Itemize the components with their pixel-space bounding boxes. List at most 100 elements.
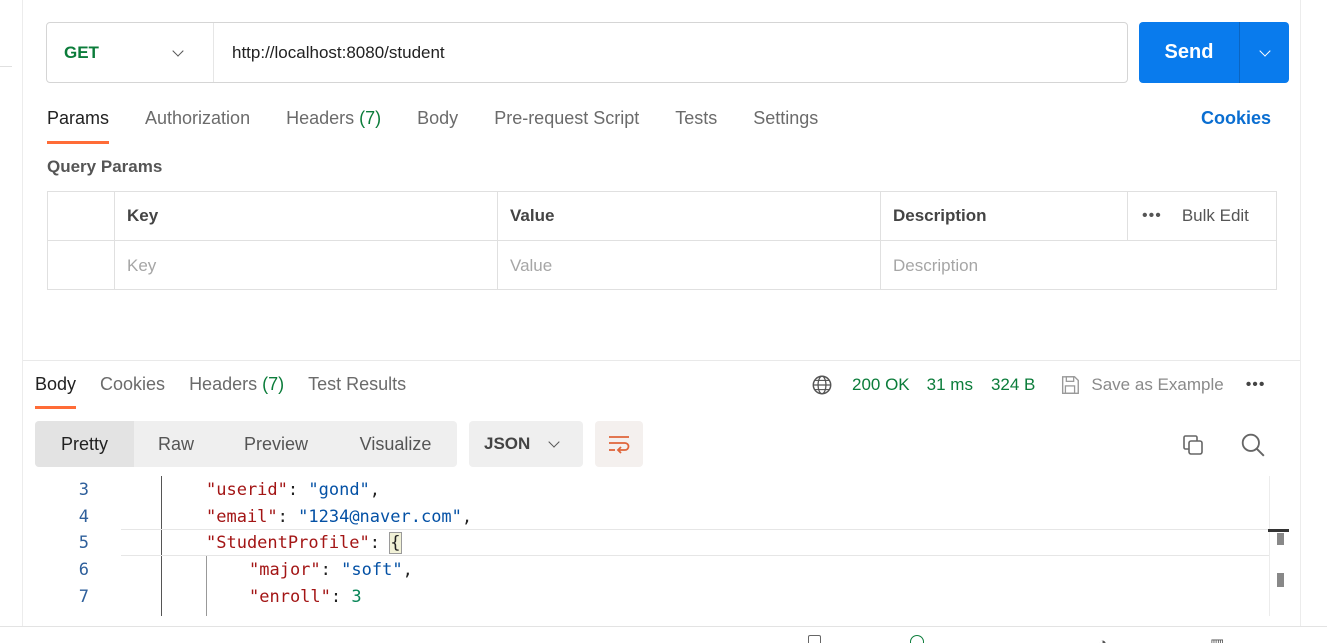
status-bar: ◔ ▥ [0, 626, 1327, 643]
tab-authorization[interactable]: Authorization [145, 108, 250, 144]
json-key: "email" [206, 506, 278, 527]
row-checkbox-cell [48, 241, 115, 290]
more-icon[interactable]: ••• [1246, 376, 1266, 394]
json-value: 3 [351, 586, 362, 607]
request-tabs: Params Authorization Headers (7) Body Pr… [47, 108, 854, 144]
code-line: 5 "StudentProfile": { [35, 529, 1269, 556]
view-mode-visualize[interactable]: Visualize [334, 421, 457, 467]
status-bar-item[interactable]: ◔ [1098, 635, 1117, 643]
status-bar-item[interactable] [910, 635, 934, 643]
tab-label: Pre-request Script [494, 108, 640, 128]
send-button-group: Send [1139, 22, 1289, 83]
json-key: "major" [249, 559, 321, 580]
tab-body[interactable]: Body [417, 108, 458, 144]
checkbox-column-header [48, 192, 115, 240]
tab-label: Params [47, 108, 110, 128]
right-sidebar-edge [1300, 0, 1327, 643]
json-key: "enroll" [249, 586, 331, 607]
headers-count: (7) [359, 108, 382, 128]
save-icon [1062, 376, 1080, 394]
value-column-header: Value [498, 192, 881, 240]
wrap-lines-icon [609, 436, 630, 454]
request-url-bar: GET http://localhost:8080/student [46, 22, 1128, 83]
tab-pre-request-script[interactable]: Pre-request Script [494, 108, 639, 144]
format-select[interactable]: JSON [469, 421, 583, 467]
tab-label: Body [417, 108, 459, 128]
tab-settings[interactable]: Settings [753, 108, 818, 144]
json-value: "1234@naver.com" [298, 506, 462, 527]
headers-count: (7) [262, 374, 285, 394]
line-number: 7 [78, 586, 89, 607]
send-button[interactable]: Send [1139, 22, 1240, 83]
scrollbar-marker [1268, 529, 1289, 532]
view-mode-raw[interactable]: Raw [134, 421, 218, 467]
wrap-lines-button[interactable] [595, 421, 643, 467]
json-value: "gond" [308, 479, 370, 500]
table-header-row: Key Value Description ••• Bulk Edit [48, 192, 1276, 241]
tab-response-cookies[interactable]: Cookies [100, 374, 165, 409]
search-icon[interactable] [1240, 432, 1266, 458]
trash-icon: ▥ [1210, 635, 1224, 643]
scrollbar-marker [1277, 573, 1284, 587]
response-meta: 200 OK 31 ms 324 B Save as Example ••• [811, 372, 1266, 398]
status-bar-item[interactable]: ▥ [1210, 635, 1234, 643]
line-number: 5 [78, 532, 89, 553]
line-number: 4 [78, 506, 89, 527]
json-value: { [389, 531, 402, 554]
format-label: JSON [484, 434, 531, 453]
checkbox-icon [808, 635, 821, 643]
json-key: "userid" [206, 479, 288, 500]
cookie-icon: ◔ [1098, 635, 1107, 643]
json-punct: , [369, 479, 381, 500]
response-body-editor[interactable]: 3 "userid": "gond", 4 "email": "1234@nav… [35, 476, 1289, 616]
json-value: "soft" [341, 559, 403, 580]
tab-label: Authorization [145, 108, 251, 128]
json-key: "StudentProfile" [206, 532, 370, 553]
url-input[interactable]: http://localhost:8080/student [214, 43, 445, 63]
tab-response-headers[interactable]: Headers (7) [189, 374, 284, 409]
pane-divider[interactable] [23, 360, 1300, 361]
description-input[interactable]: Description [881, 241, 1128, 290]
description-column-header: Description [881, 192, 1128, 240]
tab-tests[interactable]: Tests [675, 108, 717, 144]
tab-label: Settings [753, 108, 819, 128]
more-icon[interactable]: ••• [1142, 207, 1162, 225]
scrollbar-marker [1277, 533, 1284, 545]
bulk-edit-button[interactable]: Bulk Edit [1182, 206, 1249, 226]
tab-label: Cookies [100, 374, 166, 394]
save-as-example-button[interactable]: Save as Example [1091, 375, 1223, 395]
value-input[interactable]: Value [498, 241, 881, 290]
globe-icon[interactable] [811, 374, 833, 396]
json-punct: , [402, 559, 413, 580]
cookies-link[interactable]: Cookies [1201, 108, 1271, 129]
key-input[interactable]: Key [115, 241, 498, 290]
tab-label: Test Results [308, 374, 407, 394]
tab-label: Headers [189, 374, 258, 394]
bulk-edit-cell: ••• Bulk Edit [1128, 192, 1278, 240]
view-mode-pretty[interactable]: Pretty [35, 421, 134, 467]
chevron-down-icon [1258, 44, 1271, 57]
view-mode-preview[interactable]: Preview [218, 421, 334, 467]
code-line: 3 "userid": "gond", [35, 476, 1269, 503]
editor-scrollbar[interactable] [1269, 476, 1289, 616]
tab-headers[interactable]: Headers (7) [286, 108, 381, 144]
check-circle-icon [910, 635, 924, 643]
method-label: GET [64, 42, 99, 62]
tab-test-results[interactable]: Test Results [308, 374, 406, 409]
method-select[interactable]: GET [47, 23, 214, 82]
tab-params[interactable]: Params [47, 108, 110, 144]
key-column-header: Key [115, 192, 498, 240]
left-sidebar-edge [0, 0, 23, 643]
query-params-table: Key Value Description ••• Bulk Edit Key … [47, 191, 1277, 290]
tab-label: Tests [675, 108, 718, 128]
copy-icon[interactable] [1181, 433, 1205, 457]
send-dropdown-button[interactable] [1240, 22, 1289, 83]
tab-response-body[interactable]: Body [35, 374, 77, 409]
code-line: 4 "email": "1234@naver.com", [35, 503, 1269, 530]
json-punct: , [461, 506, 473, 527]
status-bar-item[interactable] [808, 635, 833, 643]
status-badge[interactable]: 200 OK [852, 375, 910, 395]
chevron-down-icon [172, 44, 184, 57]
response-time[interactable]: 31 ms [927, 375, 973, 395]
response-size[interactable]: 324 B [991, 375, 1035, 395]
